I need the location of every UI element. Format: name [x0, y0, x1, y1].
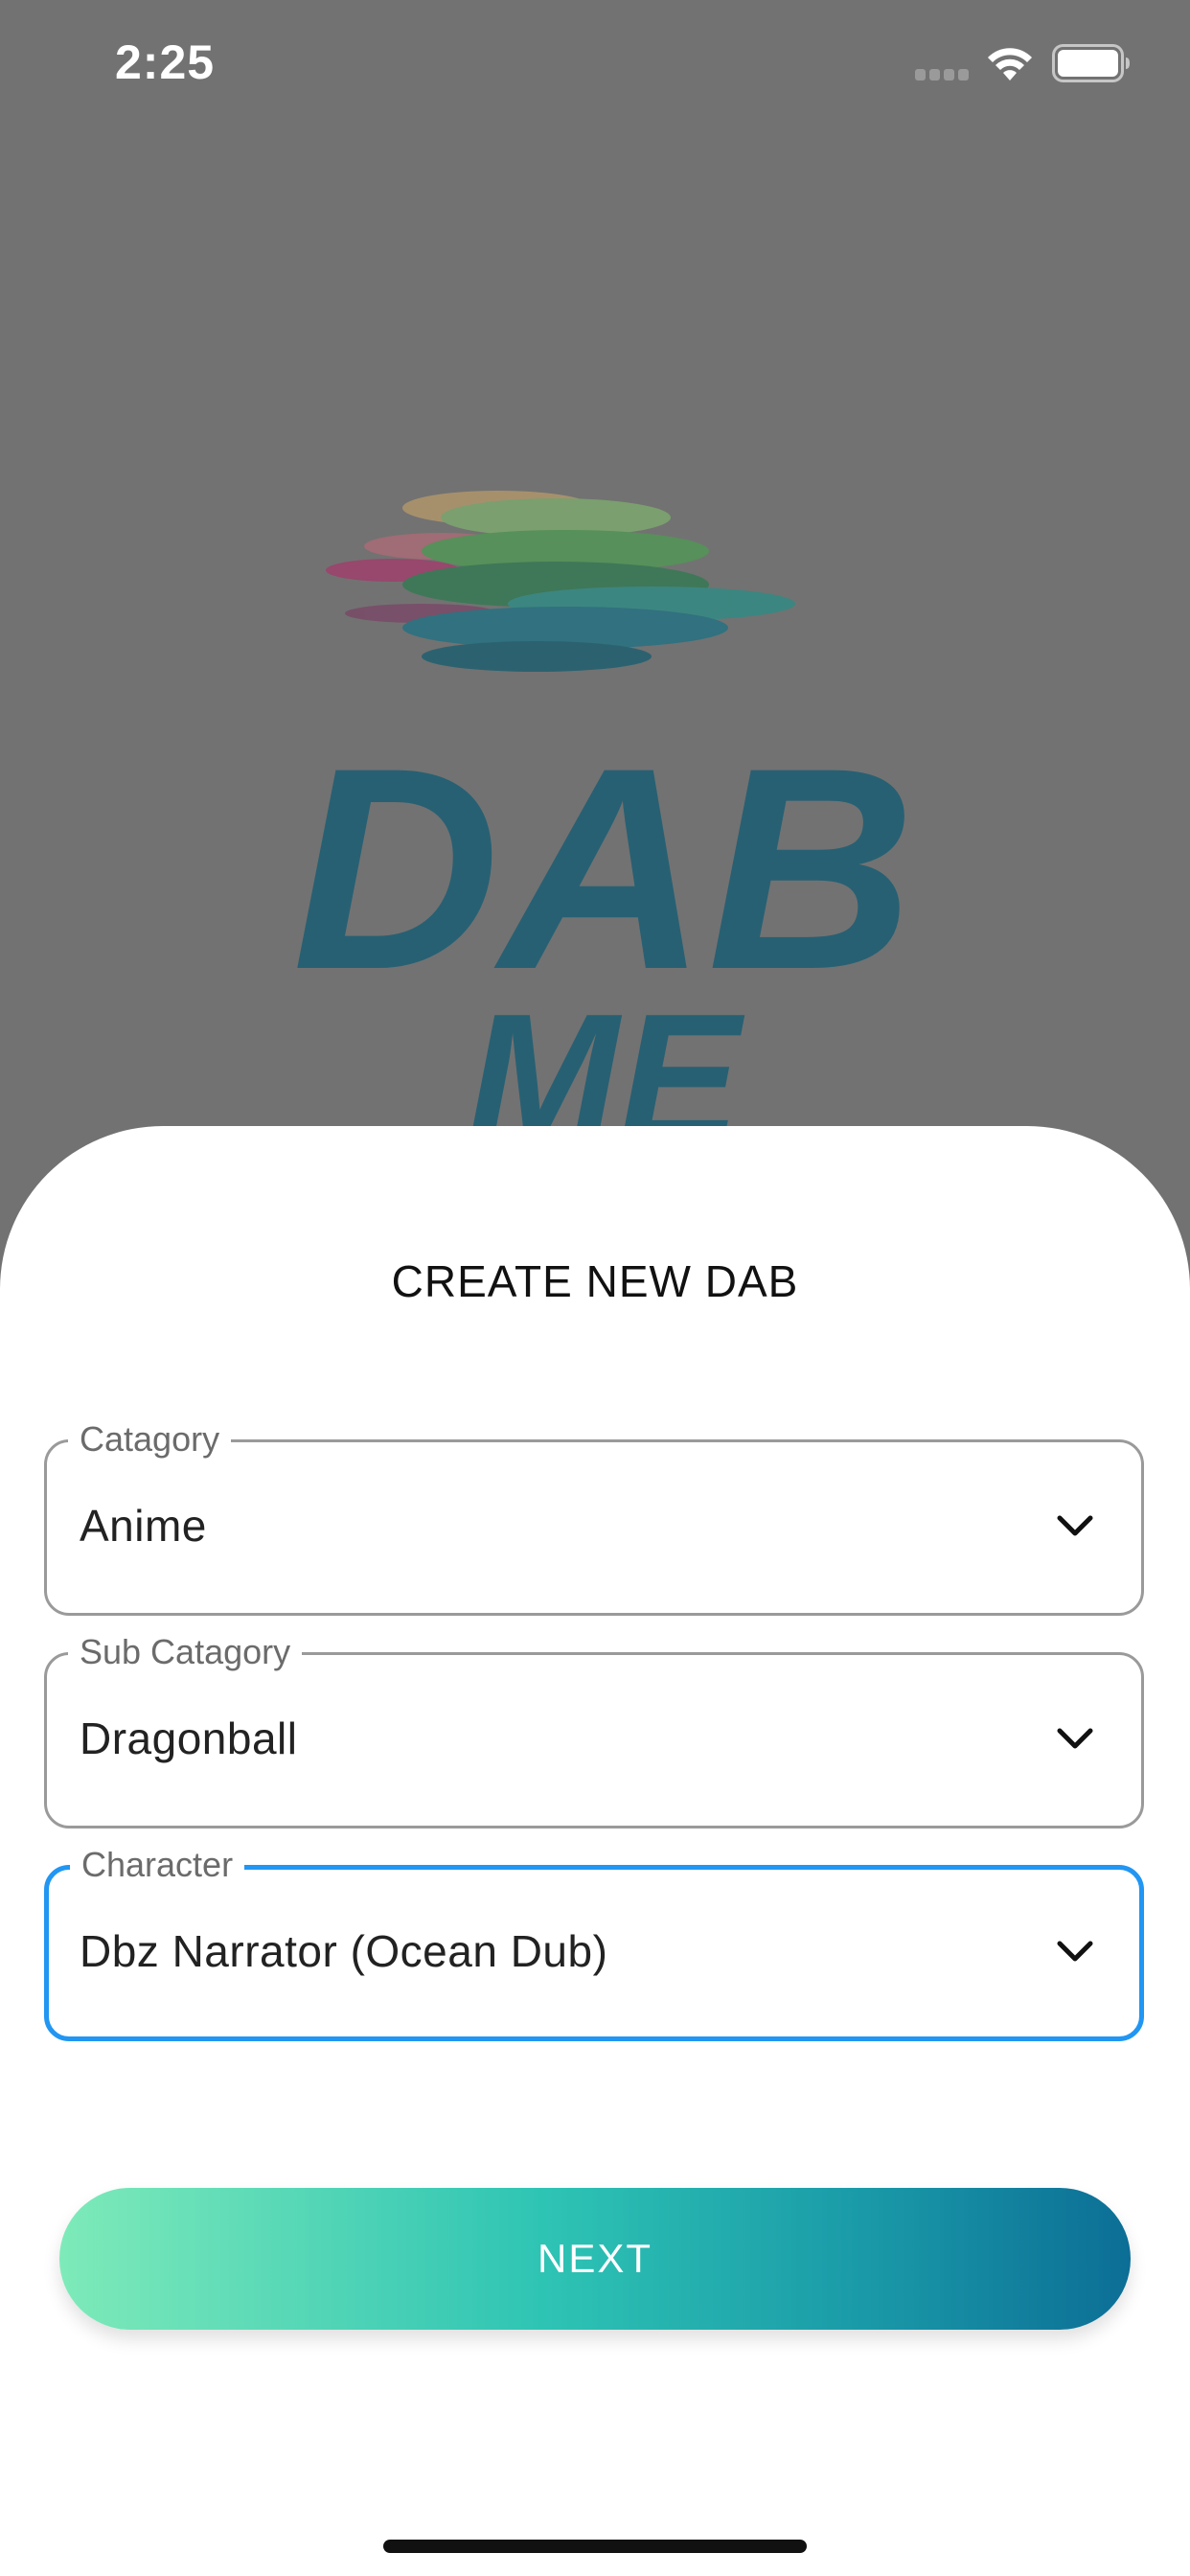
signal-icon — [915, 69, 969, 80]
character-label: Character — [70, 1846, 245, 1884]
sub-category-label: Sub Catagory — [68, 1633, 303, 1671]
sub-category-value: Dragonball — [80, 1714, 298, 1763]
status-bar: 2:25 — [0, 0, 1190, 134]
next-button[interactable]: NEXT — [59, 2188, 1131, 2330]
chevron-down-icon — [1057, 1941, 1093, 1962]
svg-text:ME: ME — [468, 977, 745, 1140]
character-value: Dbz Narrator (Ocean Dub) — [80, 1926, 608, 1976]
dab-me-logo: DAB ME — [292, 491, 915, 1140]
sub-category-dropdown[interactable]: Sub Catagory Dragonball — [44, 1633, 1144, 1828]
wifi-icon — [988, 48, 1032, 80]
status-time: 2:25 — [115, 35, 216, 89]
chevron-down-icon — [1057, 1515, 1093, 1536]
chevron-down-icon — [1057, 1728, 1093, 1749]
home-indicator[interactable] — [383, 2540, 807, 2553]
screen: 2:25 DAB ME CREATE NEW DAB Catagory Anim… — [0, 0, 1190, 2576]
category-value: Anime — [80, 1501, 207, 1551]
create-dab-sheet: CREATE NEW DAB Catagory Anime Sub Catago… — [0, 1126, 1190, 2576]
battery-icon — [1052, 44, 1130, 82]
category-label: Catagory — [68, 1420, 232, 1459]
category-dropdown[interactable]: Catagory Anime — [44, 1420, 1144, 1616]
character-dropdown[interactable]: Character Dbz Narrator (Ocean Dub) — [44, 1846, 1144, 2041]
sheet-title: CREATE NEW DAB — [391, 1256, 799, 1306]
next-button-label: NEXT — [537, 2236, 652, 2281]
